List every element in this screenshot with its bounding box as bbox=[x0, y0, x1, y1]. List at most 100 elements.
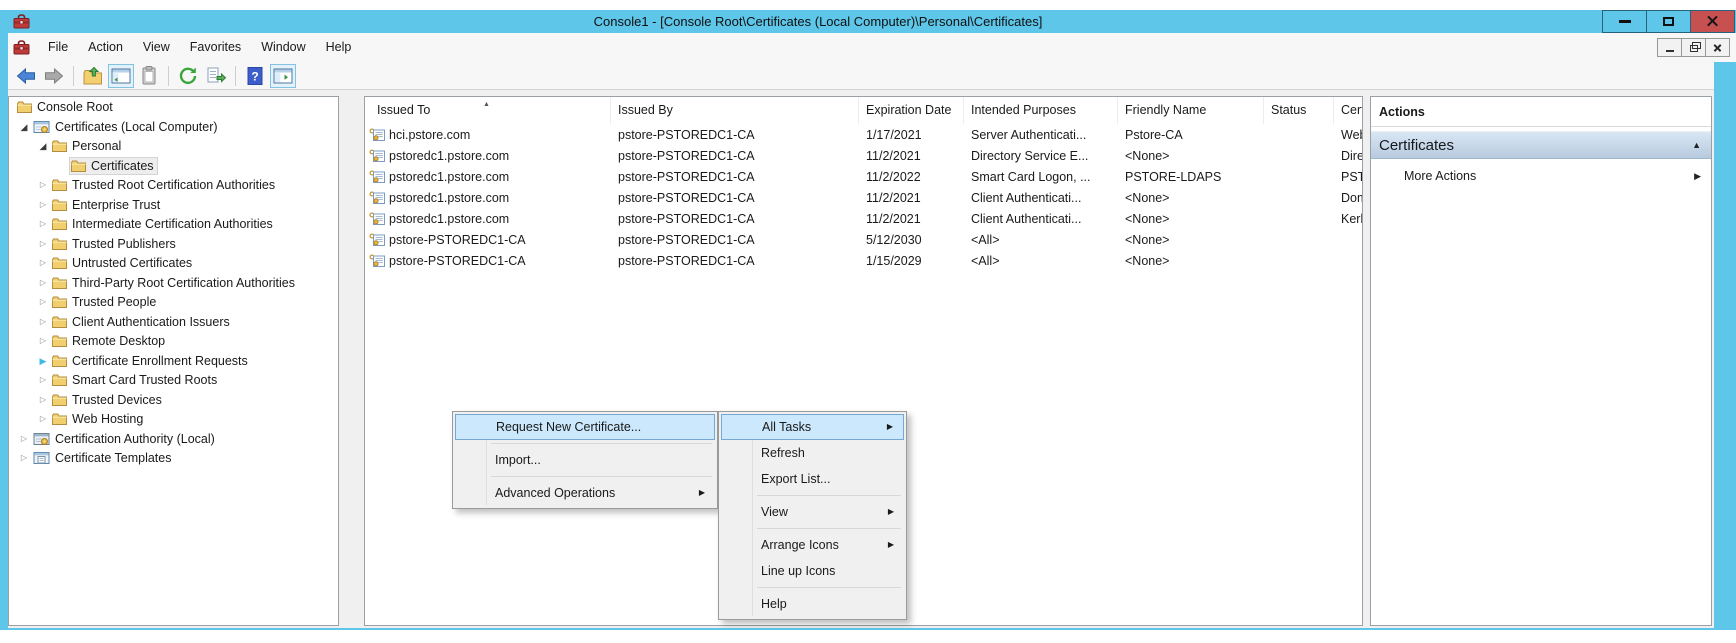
expander-collapsed-icon[interactable]: ▷ bbox=[36, 217, 50, 231]
tree-item-trusted-devices[interactable]: ▷Trusted Devices bbox=[9, 390, 338, 410]
menu-item-label: Import... bbox=[495, 453, 541, 467]
expander-collapsed-icon[interactable]: ▷ bbox=[36, 276, 50, 290]
table-row[interactable]: pstoredc1.pstore.compstore-PSTOREDC1-CA1… bbox=[365, 145, 1362, 166]
up-one-level-button[interactable] bbox=[80, 64, 106, 88]
expander-collapsed-icon[interactable]: ▷ bbox=[17, 432, 31, 446]
expander-expanded-icon[interactable]: ◢ bbox=[36, 139, 50, 153]
context-menu-item-all-tasks[interactable]: All Tasks▶ bbox=[721, 414, 904, 440]
menubar-item-window[interactable]: Window bbox=[251, 33, 315, 62]
tree-item-label: Certificate Templates bbox=[55, 451, 172, 465]
column-header-label: Expiration Date bbox=[866, 103, 951, 117]
expander-collapsed-icon[interactable]: ▷ bbox=[36, 393, 50, 407]
tree-item-trusted-publishers[interactable]: ▷Trusted Publishers bbox=[9, 234, 338, 254]
table-row[interactable]: pstoredc1.pstore.compstore-PSTOREDC1-CA1… bbox=[365, 166, 1362, 187]
column-header-intended-purposes[interactable]: Intended Purposes bbox=[964, 97, 1118, 124]
more-actions-item[interactable]: More Actions ▶ bbox=[1371, 163, 1711, 189]
help-icon: ? bbox=[244, 65, 266, 87]
child-close-button[interactable] bbox=[1705, 38, 1730, 57]
tree-item-enterprise-trust[interactable]: ▷Enterprise Trust bbox=[9, 195, 338, 215]
cell-intended-purposes: <All> bbox=[964, 254, 1118, 268]
tree-item-intermediate-certification-authorities[interactable]: ▷Intermediate Certification Authorities bbox=[9, 214, 338, 234]
column-header-status[interactable]: Status bbox=[1264, 97, 1334, 124]
show-hide-action-pane-button[interactable] bbox=[270, 64, 296, 88]
column-header-issued-by[interactable]: Issued By bbox=[611, 97, 859, 124]
tree-item-third-party-root-certification-authorities[interactable]: ▷Third-Party Root Certification Authorit… bbox=[9, 273, 338, 293]
expander-collapsed-icon[interactable]: ▷ bbox=[36, 237, 50, 251]
menubar-item-view[interactable]: View bbox=[133, 33, 180, 62]
close-button[interactable] bbox=[1690, 10, 1735, 33]
paste-button[interactable] bbox=[136, 64, 162, 88]
menubar-item-help[interactable]: Help bbox=[316, 33, 362, 62]
context-menu-item-line-up-icons[interactable]: Line up Icons bbox=[721, 558, 904, 584]
expander-collapsed-icon[interactable]: ▷ bbox=[36, 334, 50, 348]
tree-item-label: Personal bbox=[72, 139, 121, 153]
context-menu-item-export-list[interactable]: Export List... bbox=[721, 466, 904, 492]
actions-section-title: Certificates bbox=[1379, 137, 1454, 154]
show-hide-console-tree-button[interactable] bbox=[108, 64, 134, 88]
tree-item-certificates[interactable]: Certificates bbox=[9, 156, 338, 176]
certificate-icon bbox=[369, 212, 385, 225]
child-restore-button[interactable] bbox=[1681, 38, 1706, 57]
toolbar-separator bbox=[73, 66, 74, 86]
expander-collapsed-icon[interactable]: ▷ bbox=[36, 198, 50, 212]
child-minimize-button[interactable] bbox=[1657, 38, 1682, 57]
expander-collapsed-icon[interactable]: ▷ bbox=[36, 412, 50, 426]
column-header-issued-to[interactable]: Issued To▲ bbox=[365, 97, 611, 124]
tree-item-trusted-people[interactable]: ▷Trusted People bbox=[9, 292, 338, 312]
help-button[interactable]: ? bbox=[242, 64, 268, 88]
tree-item-certificate-enrollment-requests[interactable]: ▶Certificate Enrollment Requests bbox=[9, 351, 338, 371]
issued-to-text: pstoredc1.pstore.com bbox=[389, 191, 509, 205]
tree-item-certification-authority-local[interactable]: ▷Certification Authority (Local) bbox=[9, 429, 338, 449]
tree-item-certificate-templates[interactable]: ▷ Certificate Templates bbox=[9, 448, 338, 468]
back-button[interactable] bbox=[13, 64, 39, 88]
menu-separator bbox=[757, 587, 901, 588]
expander-collapsed-icon[interactable]: ▷ bbox=[36, 295, 50, 309]
tree-item-remote-desktop[interactable]: ▷Remote Desktop bbox=[9, 331, 338, 351]
tree-item-label: Certificates (Local Computer) bbox=[55, 120, 218, 134]
tree-item-smart-card-trusted-roots[interactable]: ▷Smart Card Trusted Roots bbox=[9, 370, 338, 390]
expander-collapsed-icon[interactable]: ▷ bbox=[36, 373, 50, 387]
context-menu-item-view[interactable]: View▶ bbox=[721, 499, 904, 525]
table-row[interactable]: pstore-PSTOREDC1-CApstore-PSTOREDC1-CA1/… bbox=[365, 250, 1362, 271]
menubar-item-action[interactable]: Action bbox=[78, 33, 133, 62]
export-list-button[interactable] bbox=[203, 64, 229, 88]
maximize-button[interactable] bbox=[1646, 10, 1691, 33]
cell-friendly-name: <None> bbox=[1118, 191, 1264, 205]
tree-item-untrusted-certificates[interactable]: ▷Untrusted Certificates bbox=[9, 253, 338, 273]
table-row[interactable]: pstoredc1.pstore.compstore-PSTOREDC1-CA1… bbox=[365, 208, 1362, 229]
all-tasks-submenu-item-request-new-certificate[interactable]: Request New Certificate... bbox=[455, 414, 715, 440]
context-menu-item-refresh[interactable]: Refresh bbox=[721, 440, 904, 466]
collapse-section-icon[interactable]: ▲ bbox=[1692, 140, 1701, 150]
expander-collapsed-icon[interactable]: ▷ bbox=[17, 451, 31, 465]
menubar-item-favorites[interactable]: Favorites bbox=[180, 33, 251, 62]
expander-expanded-icon[interactable]: ◢ bbox=[17, 120, 31, 134]
column-header-friendly-name[interactable]: Friendly Name bbox=[1118, 97, 1264, 124]
context-menu-item-help[interactable]: Help bbox=[721, 591, 904, 617]
cell-friendly-name: <None> bbox=[1118, 149, 1264, 163]
tree-item-client-authentication-issuers[interactable]: ▷Client Authentication Issuers bbox=[9, 312, 338, 332]
context-menu-item-arrange-icons[interactable]: Arrange Icons▶ bbox=[721, 532, 904, 558]
expander-collapsed-icon[interactable]: ▷ bbox=[36, 256, 50, 270]
forward-button[interactable] bbox=[41, 64, 67, 88]
tree-item-console-root[interactable]: Console Root bbox=[9, 97, 338, 117]
table-row[interactable]: hci.pstore.compstore-PSTOREDC1-CA1/17/20… bbox=[365, 124, 1362, 145]
tree-item-trusted-root-certification-authorities[interactable]: ▷Trusted Root Certification Authorities bbox=[9, 175, 338, 195]
expander-collapsed-icon[interactable]: ▶ bbox=[36, 354, 50, 368]
expander-collapsed-icon[interactable]: ▷ bbox=[36, 178, 50, 192]
table-row[interactable]: pstoredc1.pstore.compstore-PSTOREDC1-CA1… bbox=[365, 187, 1362, 208]
cell-certi: Kerb bbox=[1334, 212, 1362, 226]
table-row[interactable]: pstore-PSTOREDC1-CApstore-PSTOREDC1-CA5/… bbox=[365, 229, 1362, 250]
actions-section-certificates[interactable]: Certificates ▲ bbox=[1371, 131, 1711, 159]
tree-item-certificates-local-computer[interactable]: ◢ Certificates (Local Computer) bbox=[9, 117, 338, 137]
minimize-button[interactable] bbox=[1602, 10, 1647, 33]
all-tasks-submenu-item-import[interactable]: Import... bbox=[455, 447, 715, 473]
expander-collapsed-icon[interactable]: ▷ bbox=[36, 315, 50, 329]
column-header-expiration-date[interactable]: Expiration Date bbox=[859, 97, 964, 124]
all-tasks-submenu-item-advanced-operations[interactable]: Advanced Operations▶ bbox=[455, 480, 715, 506]
tree-item-personal[interactable]: ◢ Personal bbox=[9, 136, 338, 156]
tree-item-web-hosting[interactable]: ▷Web Hosting bbox=[9, 409, 338, 429]
forward-arrow-icon bbox=[43, 65, 65, 87]
menubar-item-file[interactable]: File bbox=[38, 33, 78, 62]
refresh-button[interactable] bbox=[175, 64, 201, 88]
column-header-certi[interactable]: Certi bbox=[1334, 97, 1362, 124]
